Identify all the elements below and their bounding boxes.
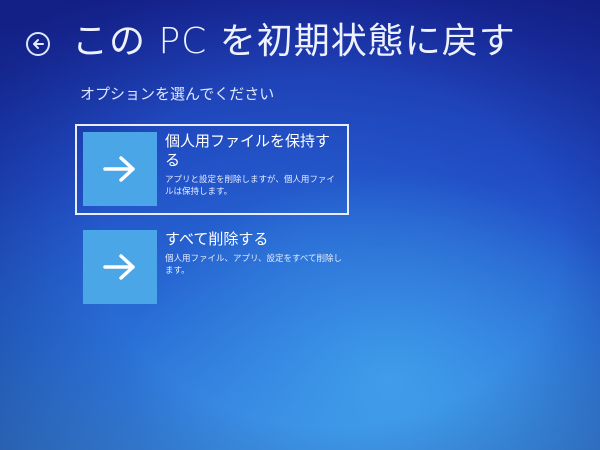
option-remove-everything[interactable]: すべて削除する 個人用ファイル、アプリ、設定をすべて削除します。: [77, 224, 349, 310]
option-text: 個人用ファイルを保持する アプリと設定を削除しますが、個人用ファイルは保持します…: [165, 132, 341, 207]
option-tile: [83, 132, 157, 206]
option-keep-my-files[interactable]: 個人用ファイルを保持する アプリと設定を削除しますが、個人用ファイルは保持します…: [75, 124, 349, 215]
page-title: この PC を初期状態に戻す: [72, 21, 516, 62]
back-arrow-circle-icon: [33, 39, 44, 49]
option-description: 個人用ファイル、アプリ、設定をすべて削除します。: [165, 254, 343, 276]
option-description: アプリと設定を削除しますが、個人用ファイルは保持します。: [165, 175, 335, 197]
back-button[interactable]: [26, 32, 50, 56]
option-title: すべて削除する: [165, 230, 269, 248]
header: この PC を初期状態に戻す: [26, 18, 516, 66]
option-text: すべて削除する 個人用ファイル、アプリ、設定をすべて削除します。: [165, 230, 343, 304]
arrow-right-icon: [103, 156, 135, 182]
option-tile: [83, 230, 157, 304]
option-title: 個人用ファイルを保持する: [165, 132, 331, 169]
page-subtitle: オプションを選んでください: [80, 85, 275, 103]
arrow-right-icon: [103, 254, 135, 280]
